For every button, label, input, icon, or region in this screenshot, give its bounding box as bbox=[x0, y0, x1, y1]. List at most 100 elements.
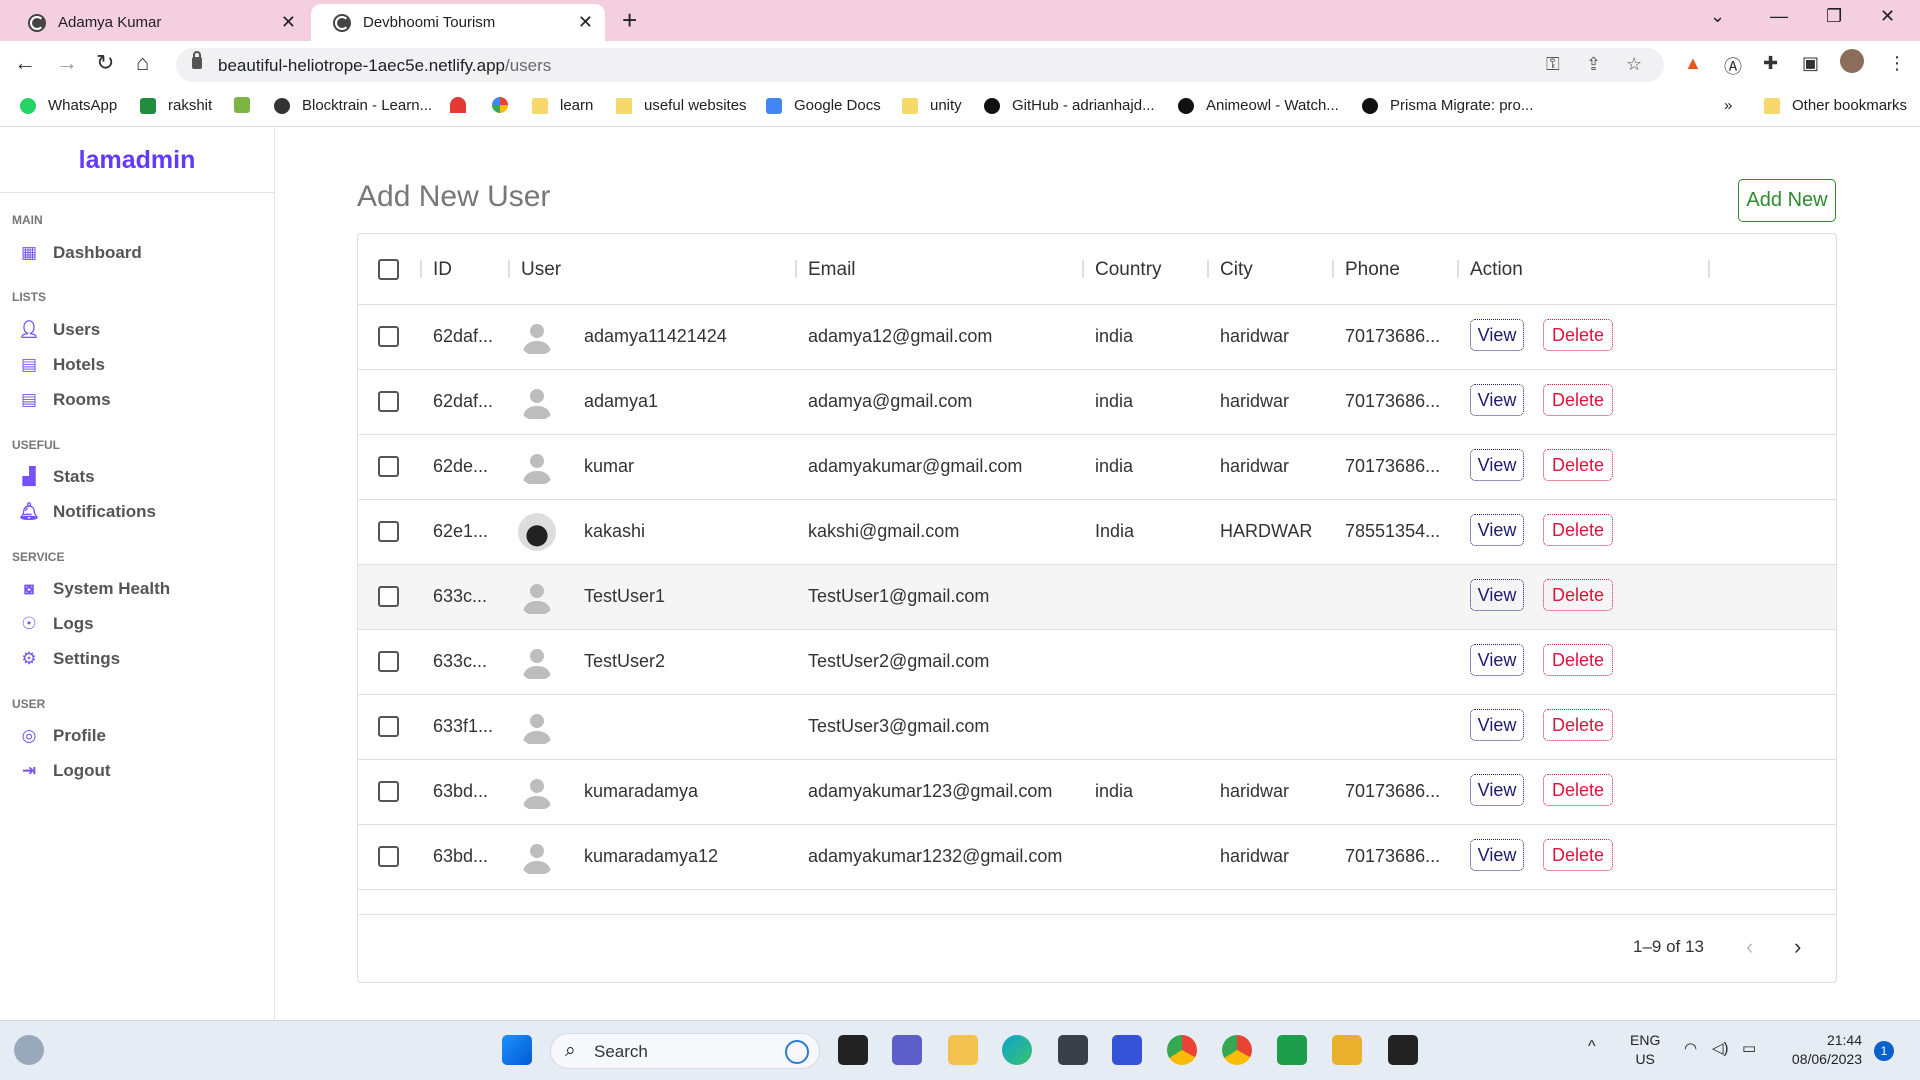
table-row[interactable]: 63bd... kumaradamya adamyakumar123@gmail.c… bbox=[358, 760, 1836, 825]
bookmark-google-docs[interactable]: Google Docs bbox=[766, 97, 881, 114]
language-indicator[interactable]: ENG US bbox=[1630, 1031, 1660, 1069]
column-header-country[interactable]: Country bbox=[1095, 259, 1162, 281]
notification-badge[interactable]: 1 bbox=[1874, 1041, 1894, 1061]
sidebar-item-users[interactable]: 👤︎ Users bbox=[18, 320, 100, 340]
view-button[interactable]: View bbox=[1470, 644, 1524, 676]
row-checkbox[interactable] bbox=[378, 586, 399, 607]
sidebar-item-stats[interactable]: ▟ Stats bbox=[20, 467, 94, 487]
delete-button[interactable]: Delete bbox=[1543, 514, 1613, 546]
browser-tab-active[interactable]: Devbhoomi Tourism ✕ bbox=[311, 4, 605, 41]
wifi-icon[interactable]: ◠ bbox=[1684, 1039, 1697, 1058]
chat-icon[interactable] bbox=[1277, 1035, 1307, 1065]
volume-icon[interactable]: ◁) bbox=[1712, 1039, 1729, 1058]
table-row[interactable]: 62e1... kakashi kakshi@gmail.com India HARDW… bbox=[358, 500, 1836, 565]
sidebar-item-settings[interactable]: ⚙ Settings bbox=[20, 649, 120, 669]
delete-button[interactable]: Delete bbox=[1543, 579, 1613, 611]
table-row[interactable]: 633f1... TestUser3@gmail.com View Delete bbox=[358, 695, 1836, 760]
vscode-icon[interactable] bbox=[1112, 1035, 1142, 1065]
edge-icon[interactable] bbox=[1002, 1035, 1032, 1065]
row-checkbox[interactable] bbox=[378, 716, 399, 737]
view-button[interactable]: View bbox=[1470, 839, 1524, 871]
chrome-icon[interactable] bbox=[1167, 1035, 1197, 1065]
table-row[interactable]: 633c... TestUser1 TestUser1@gmail.com View D… bbox=[358, 565, 1836, 630]
view-button[interactable]: View bbox=[1470, 579, 1524, 611]
column-header-phone[interactable]: Phone bbox=[1345, 259, 1400, 281]
column-separator[interactable] bbox=[1457, 260, 1459, 278]
new-tab-button[interactable]: + bbox=[622, 5, 637, 36]
view-button[interactable]: View bbox=[1470, 319, 1524, 351]
bookmark-whatsapp[interactable]: WhatsApp bbox=[20, 97, 117, 114]
table-row[interactable]: 62de... kumar adamyakumar@gmail.com india ha… bbox=[358, 435, 1836, 500]
bookmark-learn[interactable]: learn bbox=[532, 97, 593, 114]
show-hidden-icons[interactable]: ^ bbox=[1588, 1037, 1596, 1056]
table-row[interactable]: 63bd... kumaradamya12 adamyakumar1232@gmai… bbox=[358, 825, 1836, 890]
sidebar-item-profile[interactable]: ◎ Profile bbox=[20, 726, 106, 746]
previous-page-icon[interactable]: ‹ bbox=[1746, 934, 1753, 960]
row-checkbox[interactable] bbox=[378, 846, 399, 867]
home-icon[interactable]: ⌂ bbox=[136, 50, 149, 76]
add-new-button[interactable]: Add New bbox=[1738, 179, 1836, 222]
app-icon[interactable] bbox=[1332, 1035, 1362, 1065]
tab-search-icon[interactable]: ⌄ bbox=[1710, 6, 1725, 27]
row-checkbox[interactable] bbox=[378, 651, 399, 672]
maximize-button[interactable]: ❐ bbox=[1826, 6, 1842, 27]
close-tab-icon[interactable]: ✕ bbox=[578, 12, 593, 33]
column-header-id[interactable]: ID bbox=[433, 259, 452, 281]
close-tab-icon[interactable]: ✕ bbox=[281, 12, 296, 33]
address-bar[interactable]: beautiful-heliotrope-1aec5e.netlify.app/… bbox=[176, 48, 1664, 82]
table-row[interactable]: 633c... TestUser2 TestUser2@gmail.com View D… bbox=[358, 630, 1836, 695]
other-bookmarks[interactable]: Other bookmarks bbox=[1764, 97, 1907, 114]
close-window-button[interactable]: ✕ bbox=[1880, 6, 1895, 27]
more-bookmarks-button[interactable]: » bbox=[1724, 97, 1732, 114]
bookmark-blocktrain[interactable]: Blocktrain - Learn... bbox=[274, 97, 432, 114]
side-panel-icon[interactable]: ▣ bbox=[1802, 53, 1819, 74]
reload-icon[interactable]: ↻ bbox=[96, 50, 114, 76]
column-header-user[interactable]: User bbox=[521, 259, 561, 281]
sidebar-item-logs[interactable]: ☉ Logs bbox=[20, 614, 93, 634]
chrome-profile-icon[interactable] bbox=[1222, 1035, 1252, 1065]
column-separator[interactable] bbox=[1708, 260, 1710, 278]
view-button[interactable]: View bbox=[1470, 384, 1524, 416]
bookmark-star-icon[interactable]: ☆ bbox=[1626, 54, 1642, 75]
view-button[interactable]: View bbox=[1470, 774, 1524, 806]
row-checkbox[interactable] bbox=[378, 521, 399, 542]
sticky-notes-icon[interactable] bbox=[1388, 1035, 1418, 1065]
translate-extension-icon[interactable]: Ⓐ bbox=[1724, 53, 1742, 79]
table-row[interactable]: 62daf... adamya1 adamya@gmail.com india hari… bbox=[358, 370, 1836, 435]
column-separator[interactable] bbox=[1332, 260, 1334, 278]
delete-button[interactable]: Delete bbox=[1543, 384, 1613, 416]
bookmark-speed[interactable] bbox=[450, 97, 478, 113]
share-icon[interactable]: ⇪ bbox=[1586, 54, 1601, 75]
key-icon[interactable]: ⚿ bbox=[1546, 54, 1560, 75]
teams-icon[interactable] bbox=[892, 1035, 922, 1065]
table-row[interactable]: 62daf... adamya11421424 adamya12@gmail.com… bbox=[358, 305, 1836, 370]
bookmark-unity[interactable]: unity bbox=[902, 97, 962, 114]
column-separator[interactable] bbox=[1207, 260, 1209, 278]
bookmark-useful-websites[interactable]: useful websites bbox=[616, 97, 747, 114]
delete-button[interactable]: Delete bbox=[1543, 774, 1613, 806]
bookmark-google[interactable] bbox=[492, 97, 520, 113]
minimize-button[interactable]: — bbox=[1770, 6, 1788, 27]
bookmark-prisma[interactable]: Prisma Migrate: pro... bbox=[1362, 97, 1533, 114]
sidebar-item-logout[interactable]: ⇥ Logout bbox=[20, 761, 111, 781]
brave-extension-icon[interactable]: ▲ bbox=[1684, 53, 1702, 74]
next-page-icon[interactable]: › bbox=[1794, 934, 1801, 960]
weather-icon[interactable] bbox=[14, 1035, 44, 1065]
column-separator[interactable] bbox=[420, 260, 422, 278]
row-checkbox[interactable] bbox=[378, 781, 399, 802]
sidebar-item-hotels[interactable]: ▤ Hotels bbox=[20, 355, 105, 375]
delete-button[interactable]: Delete bbox=[1543, 839, 1613, 871]
extensions-icon[interactable]: ✚ bbox=[1763, 53, 1778, 74]
profile-avatar[interactable] bbox=[1840, 49, 1864, 73]
column-separator[interactable] bbox=[795, 260, 797, 278]
unity-icon[interactable] bbox=[1058, 1035, 1088, 1065]
delete-button[interactable]: Delete bbox=[1543, 644, 1613, 676]
windows-start-icon[interactable] bbox=[502, 1035, 532, 1065]
column-separator[interactable] bbox=[1082, 260, 1084, 278]
delete-button[interactable]: Delete bbox=[1543, 319, 1613, 351]
file-explorer-icon[interactable] bbox=[948, 1035, 978, 1065]
forward-icon[interactable]: → bbox=[56, 50, 78, 76]
view-button[interactable]: View bbox=[1470, 709, 1524, 741]
browser-tab-inactive[interactable]: Adamya Kumar ✕ bbox=[6, 4, 308, 41]
view-button[interactable]: View bbox=[1470, 514, 1524, 546]
